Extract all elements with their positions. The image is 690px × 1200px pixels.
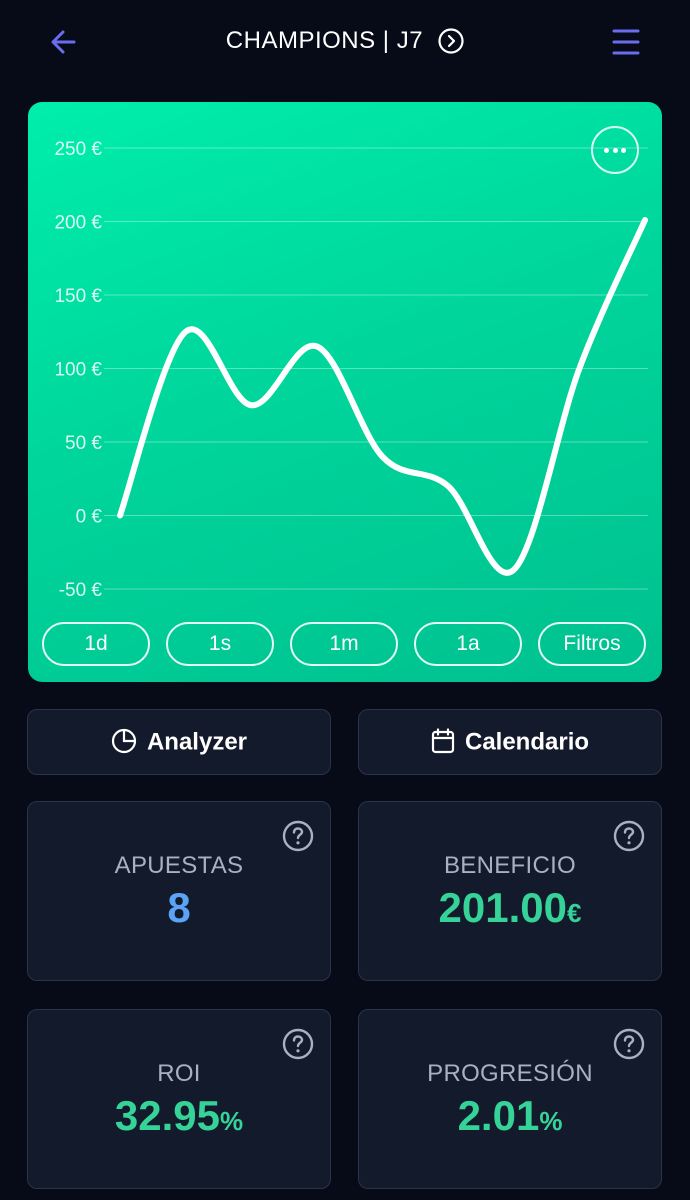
- question-circle-icon[interactable]: [282, 820, 314, 852]
- period-1s-button[interactable]: 1s: [166, 622, 274, 666]
- calendar-button[interactable]: Calendario: [358, 709, 662, 775]
- stat-value-roi: 32.95%: [28, 1092, 330, 1140]
- period-1d-button[interactable]: 1d: [42, 622, 150, 666]
- calendar-label: Calendario: [464, 728, 590, 756]
- hamburger-menu-icon: [612, 29, 640, 55]
- more-options-button[interactable]: [591, 126, 639, 174]
- more-horizontal-icon-dot: [621, 148, 626, 153]
- analyzer-button[interactable]: Analyzer: [27, 709, 331, 775]
- y-tick-label: 100 €: [54, 360, 102, 381]
- y-tick-label: 50 €: [65, 433, 102, 454]
- stat-label-roi: ROI: [157, 1060, 201, 1087]
- y-tick-label: 200 €: [54, 213, 102, 234]
- analyzer-label: Analyzer: [146, 728, 248, 756]
- filters-button[interactable]: Filtros: [538, 622, 646, 666]
- stat-value-apuestas: 8: [28, 884, 330, 932]
- y-tick-label: 250 €: [54, 139, 102, 160]
- question-circle-icon[interactable]: [282, 1028, 314, 1060]
- progresion-unit: %: [539, 1106, 563, 1136]
- question-circle-icon[interactable]: [613, 820, 645, 852]
- stat-card-beneficio: BENEFICIO 201.00€: [358, 801, 662, 981]
- stat-value-progresion: 2.01%: [359, 1092, 661, 1140]
- page-title-group[interactable]: CHAMPIONS | J7: [0, 26, 690, 55]
- progresion-number: 2.01: [457, 1092, 540, 1139]
- y-tick-label: 150 €: [54, 286, 102, 307]
- stat-label-beneficio: BENEFICIO: [443, 852, 577, 879]
- stat-label-apuestas: APUESTAS: [114, 852, 244, 879]
- page-title: CHAMPIONS | J7: [225, 26, 424, 54]
- period-selector: 1d 1s 1m 1a Filtros: [42, 622, 648, 668]
- y-tick-label: 0 €: [76, 507, 103, 528]
- stat-value-beneficio: 201.00€: [359, 884, 661, 932]
- more-horizontal-icon-dot: [612, 148, 618, 153]
- period-1a-button[interactable]: 1a: [414, 622, 522, 666]
- calendar-icon: [431, 728, 455, 753]
- stat-label-progresion: PROGRESIÓN: [427, 1060, 593, 1087]
- apuestas-number: 8: [167, 884, 191, 931]
- stat-card-apuestas: APUESTAS 8: [27, 801, 331, 981]
- more-horizontal-icon: [604, 148, 609, 153]
- chevron-right-circle-icon[interactable]: [438, 28, 464, 54]
- beneficio-unit: €: [567, 898, 582, 928]
- question-circle-icon[interactable]: [613, 1028, 645, 1060]
- roi-unit: %: [219, 1106, 244, 1136]
- top-bar: CHAMPIONS | J7: [0, 0, 690, 85]
- pie-chart-icon: [111, 728, 137, 753]
- chart-card: 250 € 200 € 150 € 100 € 50 € 0 € -50 € 1d 1s 1…: [28, 102, 662, 682]
- period-1m-button[interactable]: 1m: [290, 622, 398, 666]
- roi-number: 32.95: [114, 1092, 220, 1139]
- beneficio-number: 201.00: [438, 884, 567, 931]
- profit-line-chart: 250 € 200 € 150 € 100 € 50 € 0 € -50 €: [54, 139, 648, 601]
- stat-card-progresion: PROGRESIÓN 2.01%: [358, 1009, 662, 1189]
- profit-series-line: [117, 217, 648, 576]
- menu-button[interactable]: [606, 24, 646, 60]
- stat-card-roi: ROI 32.95%: [27, 1009, 331, 1189]
- y-tick-label: -50 €: [59, 580, 103, 601]
